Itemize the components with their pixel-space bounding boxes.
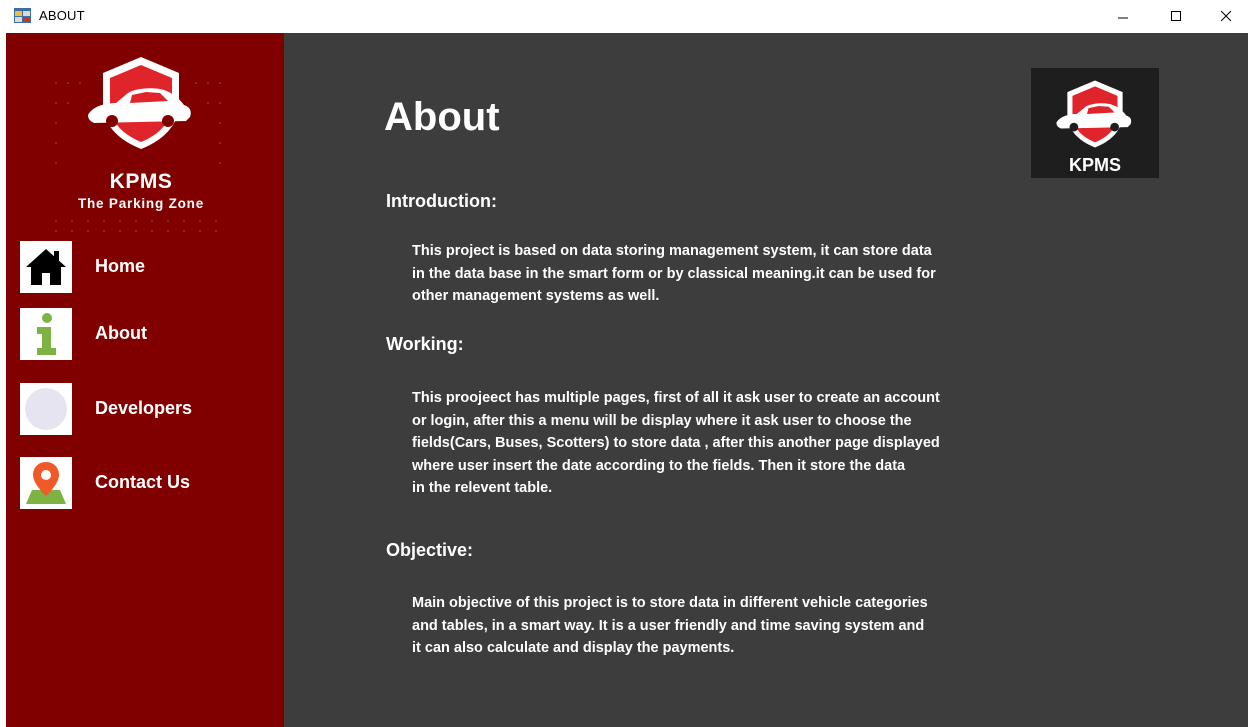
sidebar-item-label: Contact Us	[95, 472, 191, 492]
section-body-objective: Main objective of this project is to sto…	[412, 595, 928, 656]
home-icon	[26, 249, 66, 285]
section-heading-objective: Objective:	[386, 540, 474, 560]
info-icon	[37, 313, 56, 355]
sidebar-item-home[interactable]: Home	[20, 241, 280, 297]
shield-car-logo	[88, 57, 191, 149]
developers-icon	[25, 388, 67, 430]
title-bar: ABOUT	[0, 0, 1248, 33]
section-heading-introduction: Introduction:	[386, 191, 497, 211]
section-heading-working: Working:	[386, 334, 464, 354]
sidebar-item-developers[interactable]: Developers	[20, 383, 280, 439]
brand-logo: KPMS The Parking Zone	[46, 57, 236, 233]
minimize-button[interactable]	[1100, 0, 1146, 32]
close-button[interactable]	[1203, 0, 1248, 32]
brand-name: KPMS	[109, 170, 173, 193]
location-pin-icon	[26, 462, 66, 504]
maximize-button[interactable]	[1153, 0, 1199, 32]
section-body-introduction: This project is based on data storing ma…	[412, 243, 936, 304]
sidebar-item-label: Developers	[95, 398, 193, 418]
developers-icon-box	[20, 383, 72, 435]
corner-logo: KPMS	[1031, 68, 1159, 178]
home-icon-box	[20, 241, 72, 293]
app-icon	[14, 8, 31, 23]
page-title: About	[384, 95, 500, 139]
brand-tagline: The Parking Zone	[77, 196, 205, 211]
main-content: About KPMS Introduction: This project is…	[284, 33, 1248, 727]
location-icon-box	[20, 457, 72, 509]
sidebar: KPMS The Parking Zone Home About Develop…	[6, 33, 284, 727]
window-client: KPMS The Parking Zone Home About Develop…	[6, 33, 1248, 727]
corner-logo-text: KPMS	[1068, 155, 1121, 175]
sidebar-item-about[interactable]: About	[20, 308, 280, 364]
shield-car-logo	[1056, 80, 1132, 148]
section-body-working: This proojeect has multiple pages, first…	[412, 390, 940, 496]
maximize-icon	[1171, 11, 1181, 21]
sidebar-item-contact-us[interactable]: Contact Us	[20, 457, 280, 513]
minimize-icon	[1118, 17, 1128, 19]
sidebar-item-label: About	[95, 323, 147, 343]
window-title: ABOUT	[39, 8, 85, 23]
sidebar-item-label: Home	[95, 256, 146, 276]
info-icon-box	[20, 308, 72, 360]
close-icon	[1220, 10, 1232, 22]
